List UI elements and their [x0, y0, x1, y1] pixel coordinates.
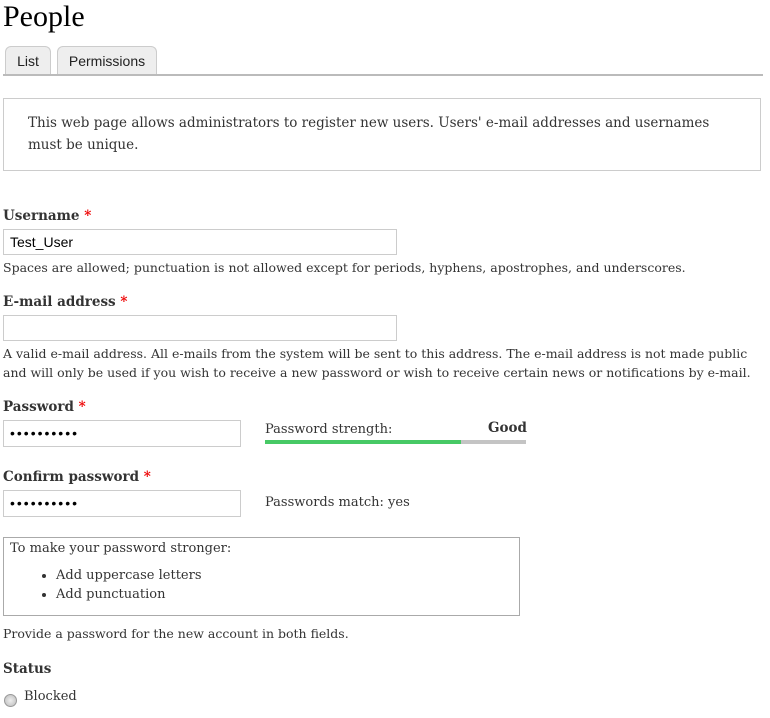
tab-permissions[interactable]: Permissions	[57, 46, 157, 74]
password-strength-value: Good	[488, 420, 527, 436]
confirm-password-input[interactable]: ••••••••••	[3, 490, 241, 517]
page-title: People	[3, 0, 85, 33]
help-text: This web page allows administrators to r…	[3, 98, 761, 171]
email-label: E-mail address *	[3, 294, 128, 310]
status-blocked-radio[interactable]	[4, 694, 17, 707]
password-label: Password *	[3, 399, 86, 415]
password-strength-bar	[265, 440, 526, 444]
password-strength-fill	[265, 440, 461, 444]
tab-bar: List Permissions	[3, 46, 763, 76]
password-description: Provide a password for the new account i…	[3, 626, 349, 641]
confirm-password-label: Confirm password *	[3, 469, 151, 485]
username-label: Username *	[3, 208, 92, 224]
password-suggestions: To make your password stronger: Add uppe…	[3, 537, 520, 616]
username-description: Spaces are allowed; punctuation is not a…	[3, 260, 686, 275]
username-input[interactable]: Test_User	[3, 229, 397, 255]
tab-list[interactable]: List	[5, 46, 51, 74]
suggestion-item: Add uppercase letters	[56, 566, 513, 585]
suggestions-title: To make your password stronger:	[10, 541, 232, 556]
status-label: Status	[3, 661, 52, 677]
email-description: A valid e-mail address. All e-mails from…	[3, 346, 751, 380]
email-input[interactable]	[3, 315, 397, 341]
password-input[interactable]: ••••••••••	[3, 420, 241, 447]
password-strength-label: Password strength:	[265, 422, 393, 437]
password-match: Passwords match: yes	[265, 495, 410, 510]
suggestion-item: Add punctuation	[56, 585, 513, 604]
status-blocked-label[interactable]: Blocked	[24, 689, 77, 704]
